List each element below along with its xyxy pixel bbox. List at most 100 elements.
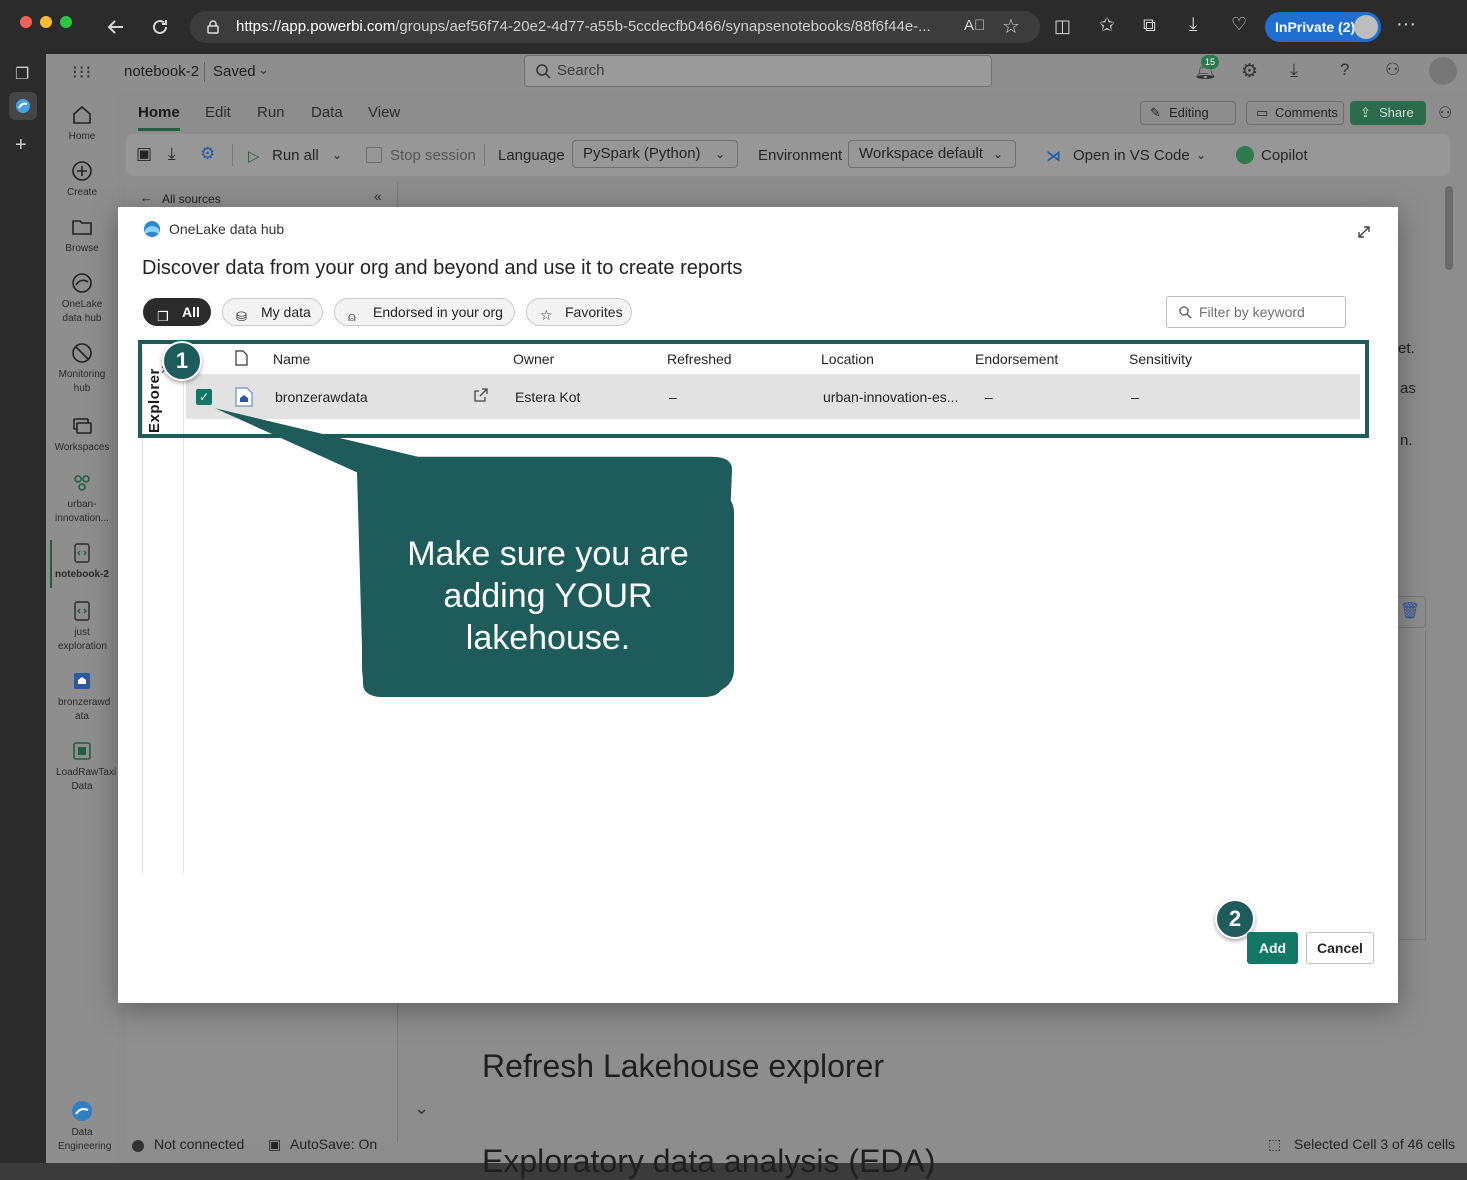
environment-label: Environment <box>758 147 843 164</box>
feedback-icon[interactable]: ⚇ <box>1385 60 1400 80</box>
step-badge-1: 1 <box>162 341 202 381</box>
onelake-icon <box>72 273 92 293</box>
address-bar[interactable]: https://app.powerbi.com/groups/aef56f74-… <box>190 11 1040 43</box>
tab-data[interactable]: Data <box>311 104 343 121</box>
rail-item-urban-innovation[interactable]: urban-innovation... <box>46 472 118 526</box>
open-vscode-button[interactable]: Open in VS Code <box>1073 147 1190 164</box>
search-placeholder: Search <box>557 62 605 79</box>
active-tab[interactable] <box>9 92 37 120</box>
save-icon[interactable]: ▣ <box>136 144 152 164</box>
onelake-icon <box>144 221 160 237</box>
download-icon[interactable]: ⤓ <box>1290 60 1298 81</box>
edge-sidebar: ❐ + <box>0 54 46 1163</box>
editing-label: Editing <box>1169 105 1209 120</box>
copilot-button[interactable]: Copilot <box>1261 147 1308 164</box>
editing-button[interactable]: ✎ Editing <box>1140 101 1236 125</box>
rail-item-create[interactable]: Create <box>46 160 118 200</box>
title-divider <box>204 62 205 82</box>
filter-chip-all[interactable]: ❒ All <box>143 298 211 326</box>
rail-item-loadrawtaxidata[interactable]: LoadRawTaxi Data <box>46 740 118 794</box>
collaborators-icon[interactable]: ⚇ <box>1438 103 1452 123</box>
tab-edit[interactable]: Edit <box>205 104 231 121</box>
all-sources-link[interactable]: All sources <box>162 192 221 206</box>
rail-label: Monitoring hub <box>58 369 106 394</box>
back-arrow-icon[interactable] <box>106 17 126 37</box>
rail-item-notebook-2[interactable]: notebook-2 <box>46 542 118 582</box>
app-launcher-icon[interactable]: ⁝⁝⁝ <box>72 62 92 83</box>
rail-item-just-exploration[interactable]: just exploration <box>46 600 118 654</box>
comments-button[interactable]: ▭ Comments <box>1246 101 1344 125</box>
tab-home[interactable]: Home <box>138 104 180 121</box>
left-nav-rail: Home Create Browse OneLake data hub Moni… <box>46 90 118 1163</box>
saved-status[interactable]: Saved <box>213 63 256 80</box>
divider <box>484 144 485 166</box>
split-screen-icon[interactable]: ◫ <box>1054 16 1071 37</box>
search-icon <box>536 64 551 79</box>
scrollbar-thumb[interactable] <box>1445 186 1453 270</box>
favorite-star-icon[interactable]: ☆ <box>1002 14 1020 39</box>
back-arrow-icon[interactable]: ← <box>140 190 153 205</box>
rail-label: just exploration <box>58 627 107 652</box>
rail-item-workspaces[interactable]: Workspaces <box>46 415 118 455</box>
delete-cell-icon[interactable]: 🗑︎ <box>1394 596 1426 628</box>
collections-icon[interactable]: ⧉ <box>1143 15 1156 36</box>
download-icon[interactable]: ⤓ <box>168 144 176 164</box>
comments-label: Comments <box>1275 105 1338 120</box>
account-avatar[interactable] <box>1429 57 1457 85</box>
run-all-button[interactable]: Run all <box>272 147 319 164</box>
health-icon[interactable]: ♡ <box>1231 14 1247 35</box>
more-icon[interactable]: ··· <box>1396 13 1416 36</box>
tab-view[interactable]: View <box>368 104 400 121</box>
cell-frame <box>1394 630 1426 940</box>
tab-underline <box>138 128 180 131</box>
filter-keyword-input[interactable]: Filter by keyword <box>1166 296 1346 328</box>
settings-gear-icon[interactable]: ⚙ <box>1241 60 1258 83</box>
close-window-button[interactable] <box>20 16 32 28</box>
help-icon[interactable]: ? <box>1340 60 1349 80</box>
expand-icon[interactable] <box>1356 224 1372 240</box>
connection-status-icon <box>132 1140 144 1152</box>
read-aloud-icon[interactable]: A᪲ <box>964 17 985 34</box>
chevron-down-icon[interactable]: ⌄ <box>1196 148 1206 162</box>
downloads-icon[interactable]: ⤓ <box>1189 14 1197 36</box>
chevron-down-icon[interactable]: ⌄ <box>258 62 269 78</box>
add-button[interactable]: Add <box>1247 932 1298 964</box>
rail-item-browse[interactable]: Browse <box>46 216 118 256</box>
selection-icon: ⬚ <box>1268 1136 1282 1152</box>
refresh-icon[interactable] <box>150 17 170 37</box>
tab-run[interactable]: Run <box>257 104 285 121</box>
stop-session-button[interactable]: Stop session <box>390 147 476 164</box>
favorites-icon[interactable]: ✩ <box>1099 14 1115 37</box>
share-button[interactable]: ⇪ Share <box>1350 101 1426 125</box>
inprivate-button[interactable]: InPrivate (2) <box>1265 12 1381 42</box>
connection-status: Not connected <box>154 1136 245 1152</box>
cancel-button[interactable]: Cancel <box>1306 932 1374 964</box>
language-select[interactable]: PySpark (Python) ⌄ <box>572 140 738 168</box>
chevron-down-icon[interactable]: ⌄ <box>332 148 342 162</box>
environment-select[interactable]: Workspace default ⌄ <box>848 140 1016 168</box>
filter-chip-my-data[interactable]: ⛁ My data <box>222 298 323 326</box>
new-tab-icon[interactable]: + <box>15 134 27 157</box>
rail-label: Browse <box>65 243 99 254</box>
run-icon[interactable]: ▷ <box>248 147 260 165</box>
language-value: PySpark (Python) <box>583 145 701 162</box>
rail-label: bronzerawd ata <box>58 697 111 722</box>
collapse-icon[interactable]: « <box>374 188 382 204</box>
plus-circle-icon <box>72 161 92 181</box>
rail-item-monitoring[interactable]: Monitoring hub <box>46 342 118 396</box>
minimize-window-button[interactable] <box>40 16 52 28</box>
tab-actions-icon[interactable]: ❐ <box>15 64 29 84</box>
notebook-title[interactable]: notebook-2 <box>124 63 199 80</box>
rail-item-home[interactable]: Home <box>46 104 118 144</box>
maximize-window-button[interactable] <box>60 16 72 28</box>
settings-gear-icon[interactable]: ⚙ <box>200 144 215 164</box>
filter-chip-favorites[interactable]: ☆ Favorites <box>526 298 632 326</box>
notebook-icon <box>74 543 90 563</box>
filter-chip-endorsed[interactable]: ⍝ Endorsed in your org <box>334 298 515 326</box>
rail-item-data-engineering[interactable]: Data Engineering <box>46 1100 118 1154</box>
lock-icon <box>207 20 219 34</box>
rail-item-bronzerawdata[interactable]: bronzerawd ata <box>46 670 118 724</box>
rail-item-onelake[interactable]: OneLake data hub <box>46 272 118 326</box>
chevron-down-icon[interactable]: ⌄ <box>414 1098 429 1119</box>
search-input[interactable]: Search <box>524 55 992 87</box>
